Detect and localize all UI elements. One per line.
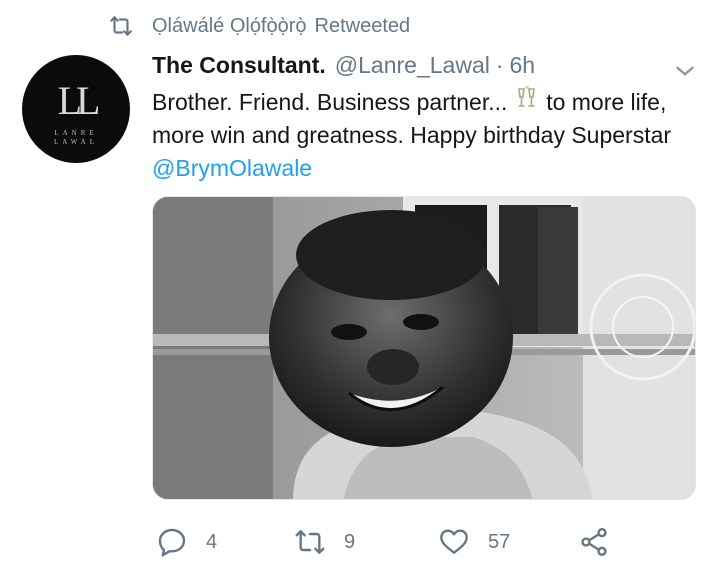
avatar-text-line2: LAWAL xyxy=(54,138,98,146)
display-name[interactable]: The Consultant. xyxy=(152,52,326,79)
like-count: 57 xyxy=(488,530,511,553)
tweet-header: The Consultant. @Lanre_Lawal · 6h xyxy=(152,52,535,84)
avatar-monogram: LL xyxy=(57,78,101,123)
chevron-down-icon[interactable] xyxy=(672,58,698,84)
retweeted-label: Retweeted xyxy=(314,14,411,37)
retweet-banner: Ọláwálé Ọlọ́fọ̀ọ̀rọ̀ Retweeted xyxy=(108,12,410,40)
retweet-icon xyxy=(108,13,134,39)
retweet-count: 9 xyxy=(344,530,356,553)
tweet-photo[interactable] xyxy=(152,196,696,500)
retweeter-name[interactable]: Ọláwálé Ọlọ́fọ̀ọ̀rọ̀ xyxy=(152,15,307,38)
header-separator: · xyxy=(495,52,504,78)
reply-button[interactable]: 4 xyxy=(156,522,217,562)
share-icon xyxy=(578,526,610,558)
heart-icon xyxy=(438,526,470,558)
retweet-button[interactable]: 9 xyxy=(294,522,355,562)
tweet-text: Brother. Friend. Business partner... to … xyxy=(152,85,697,185)
reply-icon xyxy=(156,526,188,558)
share-button[interactable] xyxy=(578,522,610,562)
avatar-text-line1: LANRE xyxy=(54,129,98,137)
like-button[interactable]: 57 xyxy=(438,522,510,562)
mention-link[interactable]: @BrymOlawale xyxy=(152,155,312,181)
tweet-actions: 4 9 57 xyxy=(156,522,626,562)
avatar[interactable]: LL LANRE LAWAL xyxy=(22,55,130,163)
timestamp[interactable]: 6h xyxy=(510,52,536,79)
retweet-action-icon xyxy=(294,526,326,558)
tweet-text-part1: Brother. Friend. Business partner... xyxy=(152,89,508,115)
champagne-glasses-icon xyxy=(514,85,540,119)
reply-count: 4 xyxy=(206,530,218,553)
user-handle[interactable]: @Lanre_Lawal xyxy=(335,52,490,79)
